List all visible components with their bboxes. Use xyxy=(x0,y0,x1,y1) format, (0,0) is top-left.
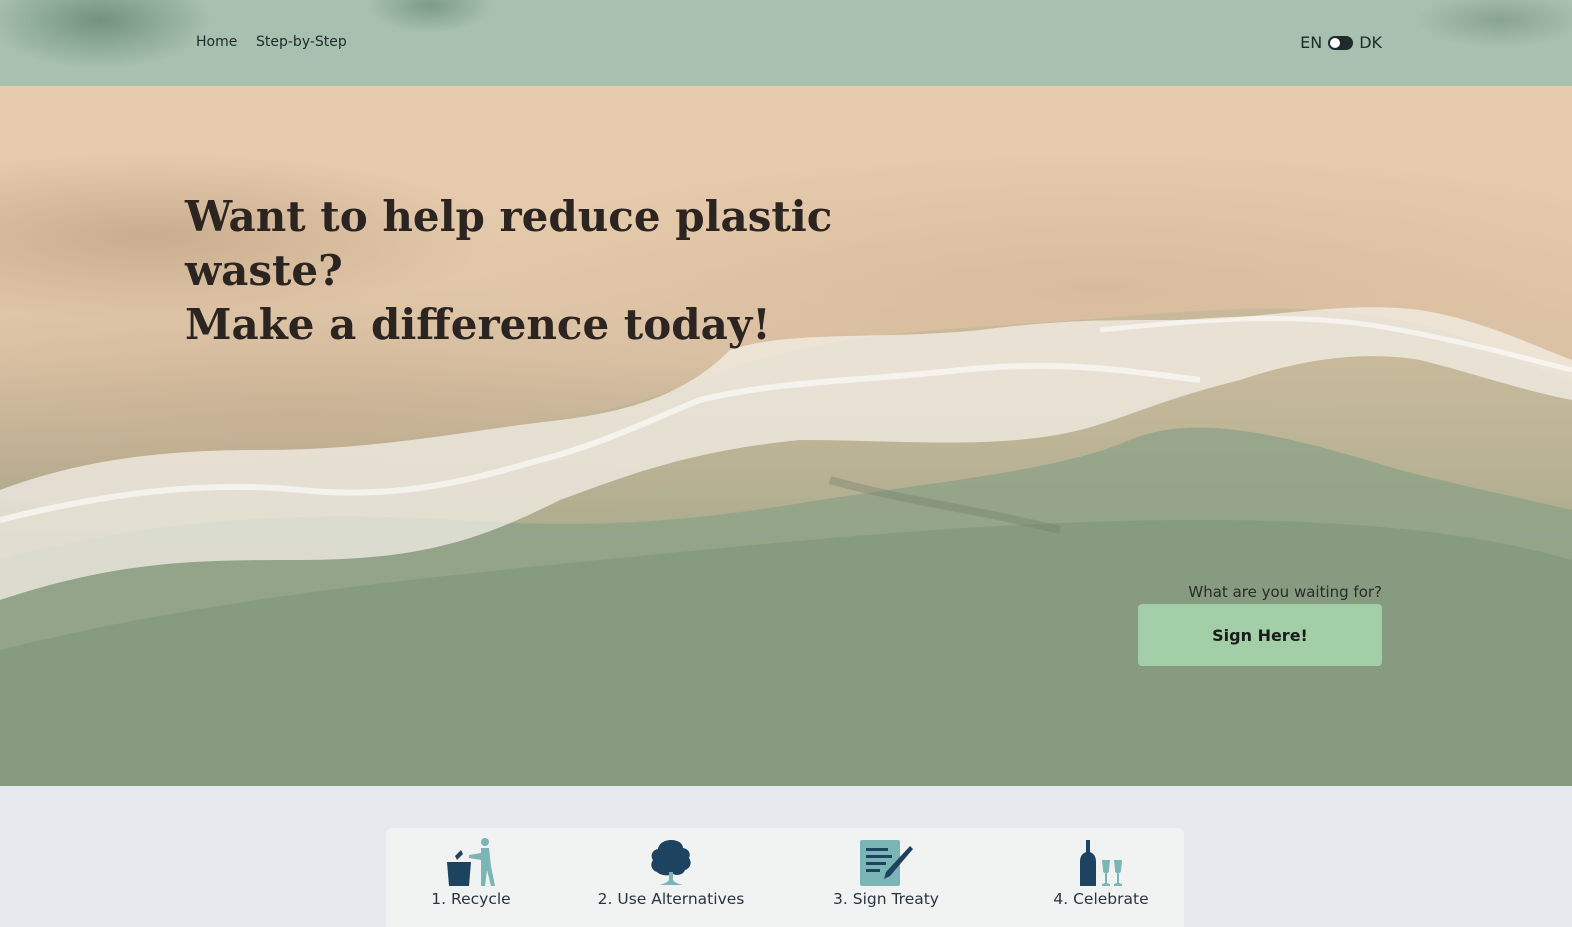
toggle-knob xyxy=(1330,37,1341,48)
shoreline-graphic xyxy=(0,307,1572,786)
step-label: 1. Recycle xyxy=(431,890,511,908)
cta-section: What are you waiting for? Sign Here! xyxy=(1122,582,1382,666)
language-en-label: EN xyxy=(1300,33,1323,52)
step-label: 4. Celebrate xyxy=(1053,890,1149,908)
recycle-bin-person-icon xyxy=(447,838,495,886)
navbar: Home Step-by-Step EN DK xyxy=(0,0,1572,86)
step-sign-treaty[interactable]: 3. Sign Treaty xyxy=(826,828,946,908)
cta-question: What are you waiting for? xyxy=(1188,583,1382,601)
sign-here-button[interactable]: Sign Here! xyxy=(1138,604,1382,666)
document-pen-icon xyxy=(860,840,913,886)
language-toggle[interactable] xyxy=(1328,35,1354,50)
step-recycle[interactable]: 1. Recycle xyxy=(421,828,521,908)
language-switcher: EN DK xyxy=(1300,33,1382,52)
hero-section: Home Step-by-Step EN DK Want to help red… xyxy=(0,0,1572,786)
headline-line-1: Want to help reduce plastic waste? xyxy=(185,192,833,295)
tree-icon xyxy=(651,840,691,885)
nav-step-by-step-link[interactable]: Step-by-Step xyxy=(256,34,347,50)
hero-headline: Want to help reduce plastic waste? Make … xyxy=(185,190,945,352)
step-label: 3. Sign Treaty xyxy=(833,890,939,908)
step-use-alternatives[interactable]: 2. Use Alternatives xyxy=(596,828,746,908)
language-dk-label: DK xyxy=(1359,33,1382,52)
headline-line-2: Make a difference today! xyxy=(185,300,771,349)
step-celebrate[interactable]: 4. Celebrate xyxy=(1046,828,1156,908)
nav-home-link[interactable]: Home xyxy=(196,34,237,50)
bottle-glasses-icon xyxy=(1080,840,1122,886)
step-label: 2. Use Alternatives xyxy=(597,890,745,908)
steps-card: 1. Recycle 2. Use Alternatives 3. Sign T… xyxy=(386,828,1184,927)
